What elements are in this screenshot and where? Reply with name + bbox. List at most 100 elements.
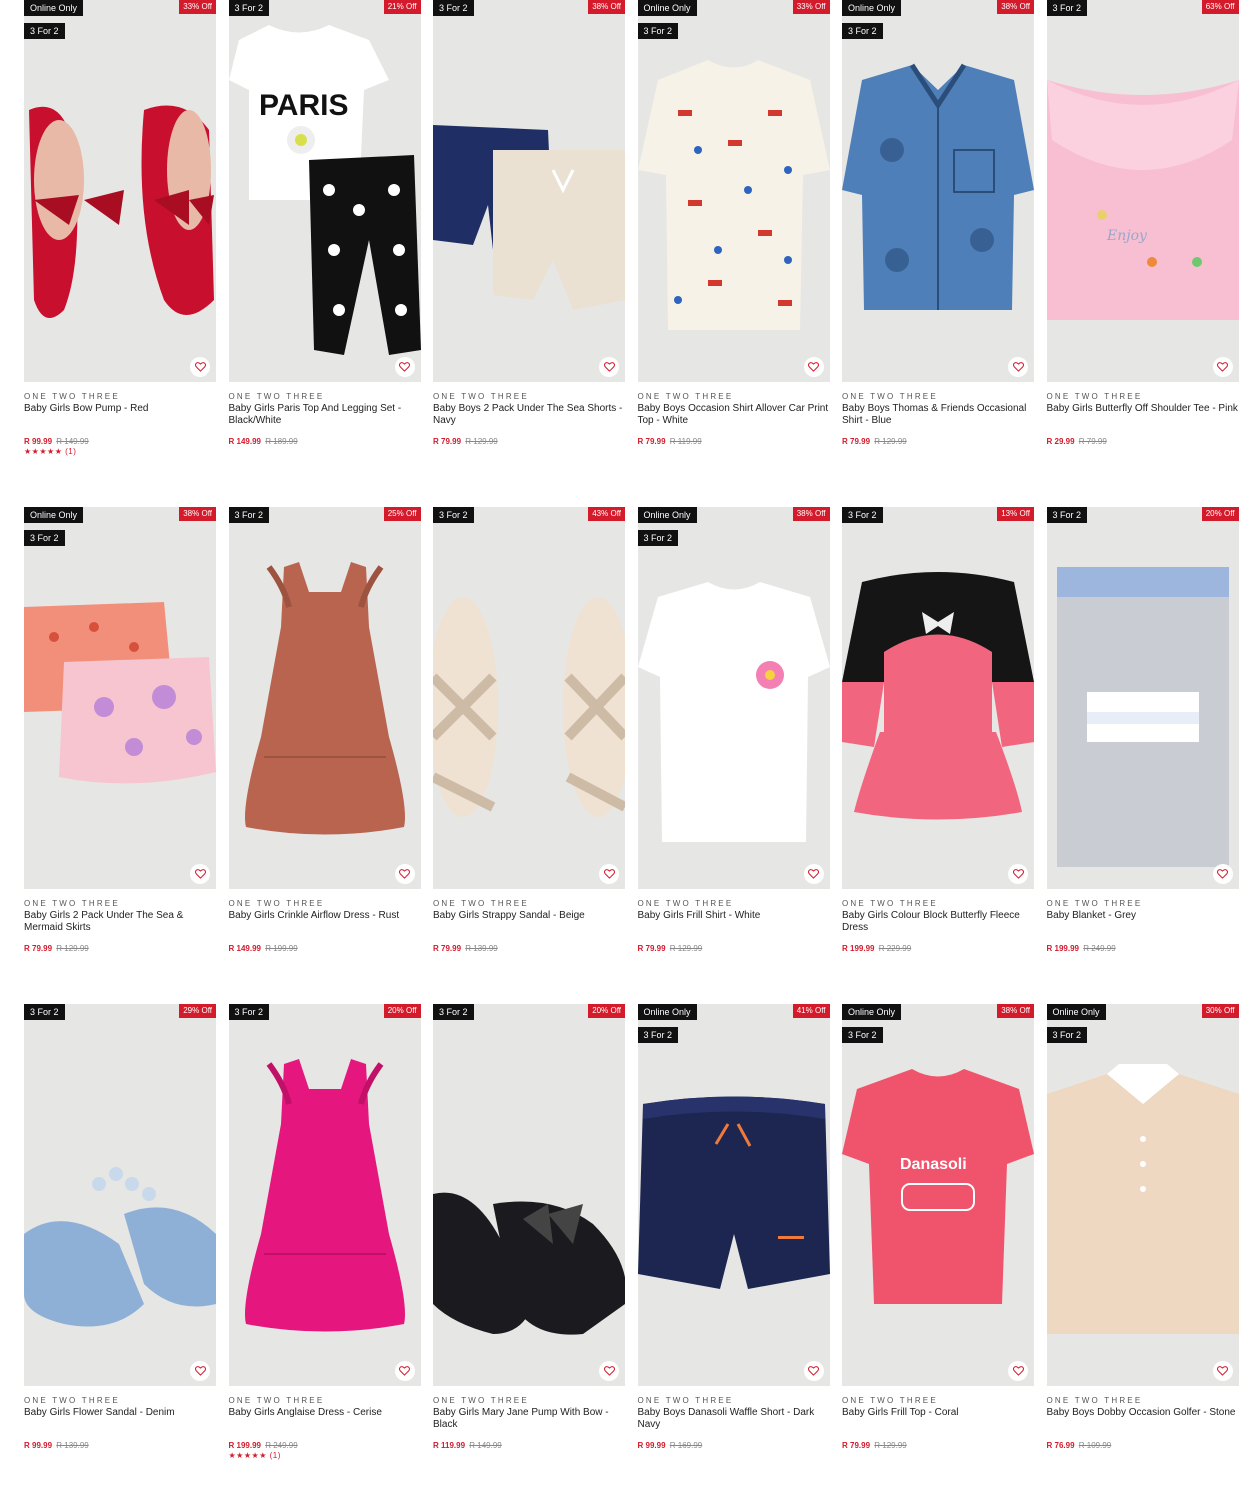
product-title[interactable]: Baby Boys Danasoli Waffle Short - Dark N… bbox=[638, 1407, 830, 1441]
wishlist-heart-icon[interactable] bbox=[803, 1361, 824, 1381]
product-card[interactable]: 3 For 2 20% Off ONE TWO THREE Baby Blank… bbox=[1046, 507, 1239, 953]
product-card[interactable]: 3 For 2 20% Off ONE TWO THREE Baby Girls… bbox=[228, 1004, 421, 1460]
product-title[interactable]: Baby Girls Bow Pump - Red bbox=[24, 403, 216, 437]
current-price: R 99.99 bbox=[24, 437, 53, 446]
wishlist-heart-icon[interactable] bbox=[1008, 357, 1028, 377]
current-price: R 99.99 bbox=[637, 1441, 666, 1450]
wishlist-heart-icon[interactable] bbox=[803, 357, 824, 377]
wishlist-heart-icon[interactable] bbox=[190, 357, 210, 377]
product-title[interactable]: Baby Girls Frill Top - Coral bbox=[842, 1407, 1034, 1441]
was-price: R 129.99 bbox=[874, 1441, 907, 1450]
wishlist-heart-icon[interactable] bbox=[1212, 864, 1233, 884]
product-image[interactable]: 3 For 2 20% Off bbox=[433, 1004, 625, 1386]
product-card[interactable]: Online Only 3 For 2 38% Off ONE TWO THRE… bbox=[842, 0, 1034, 446]
price-row: R 79.99 R 129.99 bbox=[24, 944, 216, 953]
wishlist-heart-icon[interactable] bbox=[1008, 1361, 1028, 1381]
product-image[interactable]: 3 For 2 20% Off bbox=[1046, 507, 1239, 889]
product-image[interactable]: PARIS 3 For 2 21% Off bbox=[228, 0, 421, 382]
current-price: R 79.99 bbox=[637, 944, 666, 953]
product-title[interactable]: Baby Boys Thomas & Friends Occasional Sh… bbox=[842, 403, 1034, 437]
product-title[interactable]: Baby Girls Crinkle Airflow Dress - Rust bbox=[229, 910, 421, 944]
product-image[interactable]: Online Only 3 For 2 38% Off bbox=[842, 0, 1034, 382]
product-card[interactable]: 3 For 2 29% Off ONE TWO THREE Baby Girls… bbox=[24, 1004, 216, 1450]
product-photo bbox=[637, 1004, 830, 1386]
product-image[interactable]: Enjoy 3 For 2 63% Off bbox=[1046, 0, 1239, 382]
wishlist-heart-icon[interactable] bbox=[1212, 1361, 1233, 1381]
product-card[interactable]: Online Only 3 For 2 33% Off ONE TWO THRE… bbox=[24, 0, 216, 456]
product-image[interactable]: 3 For 2 20% Off bbox=[228, 1004, 421, 1386]
product-card[interactable]: Online Only 3 For 2 33% Off ONE TWO THRE… bbox=[637, 0, 830, 446]
was-price: R 229.99 bbox=[878, 944, 912, 953]
product-image[interactable]: Online Only 3 For 2 41% Off bbox=[637, 1004, 830, 1386]
product-title[interactable]: Baby Girls Anglaise Dress - Cerise bbox=[229, 1407, 421, 1441]
product-card[interactable]: Danasoli Online Only 3 For 2 38% Off ONE… bbox=[842, 1004, 1034, 1450]
product-image[interactable]: Online Only 3 For 2 38% Off bbox=[637, 507, 830, 889]
product-image[interactable]: 3 For 2 25% Off bbox=[228, 507, 421, 889]
product-card[interactable]: 3 For 2 38% Off ONE TWO THREE Baby Boys … bbox=[433, 0, 625, 446]
product-card[interactable]: PARIS 3 For 2 21% Off ONE TWO THREE Baby… bbox=[228, 0, 421, 446]
wishlist-heart-icon[interactable] bbox=[394, 1361, 415, 1381]
product-card[interactable]: 3 For 2 43% Off ONE TWO THREE Baby Girls… bbox=[433, 507, 625, 953]
product-card[interactable]: Online Only 3 For 2 30% Off ONE TWO THRE… bbox=[1046, 1004, 1239, 1450]
wishlist-heart-icon[interactable] bbox=[803, 864, 824, 884]
product-title[interactable]: Baby Girls Mary Jane Pump With Bow - Bla… bbox=[433, 1407, 625, 1441]
product-image[interactable]: Online Only 3 For 2 30% Off bbox=[1046, 1004, 1239, 1386]
price-row: R 79.99 R 129.99 bbox=[842, 1441, 1034, 1450]
discount-badge: 41% Off bbox=[792, 1004, 830, 1018]
product-image[interactable]: 3 For 2 38% Off bbox=[433, 0, 625, 382]
product-title[interactable]: Baby Girls Butterfly Off Shoulder Tee - … bbox=[1047, 403, 1239, 437]
product-card[interactable]: 3 For 2 25% Off ONE TWO THREE Baby Girls… bbox=[228, 507, 421, 953]
brand-name: ONE TWO THREE bbox=[842, 1396, 938, 1405]
product-card[interactable]: Online Only 3 For 2 41% Off ONE TWO THRE… bbox=[637, 1004, 830, 1450]
current-price: R 79.99 bbox=[433, 944, 462, 953]
wishlist-heart-icon[interactable] bbox=[599, 1361, 619, 1381]
product-photo: Enjoy bbox=[1046, 0, 1239, 382]
wishlist-heart-icon[interactable] bbox=[599, 357, 619, 377]
product-card[interactable]: 3 For 2 13% Off ONE TWO THREE Baby Girls… bbox=[842, 507, 1034, 953]
online-only-badge: Online Only bbox=[24, 0, 84, 16]
deal-badge: 3 For 2 bbox=[228, 1004, 270, 1020]
product-title[interactable]: Baby Girls Flower Sandal - Denim bbox=[24, 1407, 216, 1441]
product-image[interactable]: 3 For 2 29% Off bbox=[24, 1004, 216, 1386]
discount-badge: 29% Off bbox=[179, 1004, 216, 1018]
wishlist-heart-icon[interactable] bbox=[190, 864, 210, 884]
product-title[interactable]: Baby Girls 2 Pack Under The Sea & Mermai… bbox=[24, 910, 216, 944]
product-photo: PARIS bbox=[228, 0, 421, 382]
product-image[interactable]: Online Only 3 For 2 38% Off bbox=[24, 507, 216, 889]
wishlist-heart-icon[interactable] bbox=[1212, 357, 1233, 377]
review-count[interactable]: (1) bbox=[270, 1451, 281, 1460]
wishlist-heart-icon[interactable] bbox=[1008, 864, 1028, 884]
was-price: R 119.99 bbox=[669, 437, 702, 446]
product-card[interactable]: Online Only 3 For 2 38% Off ONE TWO THRE… bbox=[637, 507, 830, 953]
product-photo bbox=[228, 1004, 421, 1386]
product-image[interactable]: Danasoli Online Only 3 For 2 38% Off bbox=[842, 1004, 1034, 1386]
wishlist-heart-icon[interactable] bbox=[599, 864, 619, 884]
product-image[interactable]: 3 For 2 43% Off bbox=[433, 507, 625, 889]
price-row: R 79.99 R 139.99 bbox=[433, 944, 625, 953]
product-photo bbox=[1046, 1004, 1239, 1386]
product-image[interactable]: Online Only 3 For 2 33% Off bbox=[24, 0, 216, 382]
product-image[interactable]: Online Only 3 For 2 33% Off bbox=[637, 0, 830, 382]
product-card[interactable]: 3 For 2 20% Off ONE TWO THREE Baby Girls… bbox=[433, 1004, 625, 1450]
product-title[interactable]: Baby Boys Occasion Shirt Allover Car Pri… bbox=[638, 403, 830, 437]
product-title[interactable]: Baby Girls Colour Block Butterfly Fleece… bbox=[842, 910, 1034, 944]
product-photo: Danasoli bbox=[842, 1004, 1034, 1386]
product-title[interactable]: Baby Boys 2 Pack Under The Sea Shorts - … bbox=[433, 403, 625, 437]
brand-name: ONE TWO THREE bbox=[433, 1396, 529, 1405]
product-card[interactable]: Enjoy 3 For 2 63% Off ONE TWO THREE Baby… bbox=[1046, 0, 1239, 446]
review-count[interactable]: (1) bbox=[65, 447, 76, 456]
wishlist-heart-icon[interactable] bbox=[190, 1361, 210, 1381]
product-title[interactable]: Baby Girls Paris Top And Legging Set - B… bbox=[229, 403, 421, 437]
product-title[interactable]: Baby Blanket - Grey bbox=[1047, 910, 1239, 944]
deal-badge: 3 For 2 bbox=[1046, 507, 1088, 523]
wishlist-heart-icon[interactable] bbox=[394, 357, 415, 377]
product-image[interactable]: 3 For 2 13% Off bbox=[842, 507, 1034, 889]
product-card[interactable]: Online Only 3 For 2 38% Off ONE TWO THRE… bbox=[24, 507, 216, 953]
product-title[interactable]: Baby Girls Strappy Sandal - Beige bbox=[433, 910, 625, 944]
product-title[interactable]: Baby Boys Dobby Occasion Golfer - Stone bbox=[1047, 1407, 1239, 1441]
online-only-badge: Online Only bbox=[24, 507, 84, 523]
online-only-badge: Online Only bbox=[637, 507, 697, 523]
product-title[interactable]: Baby Girls Frill Shirt - White bbox=[638, 910, 830, 944]
wishlist-heart-icon[interactable] bbox=[394, 864, 415, 884]
product-photo bbox=[637, 507, 830, 889]
